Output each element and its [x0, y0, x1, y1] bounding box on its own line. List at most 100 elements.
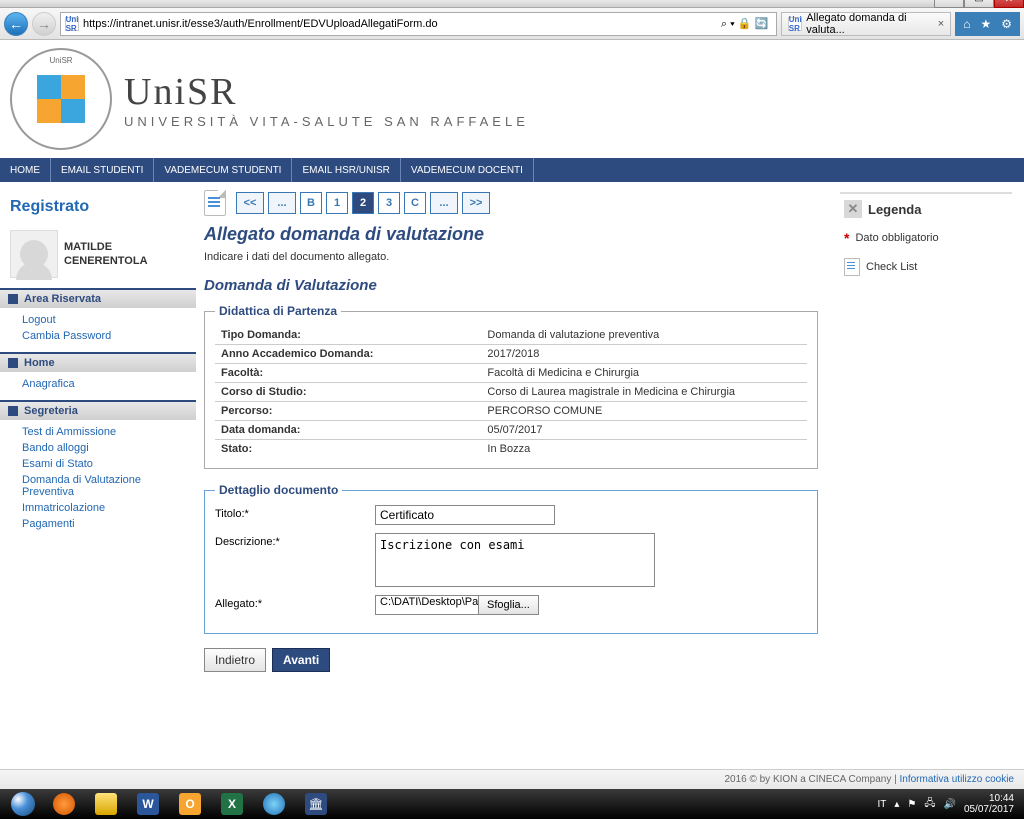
step-dots-before[interactable]: ... [268, 192, 296, 214]
favorites-icon[interactable]: ★ [980, 17, 991, 31]
taskbar-ie-icon[interactable] [254, 790, 294, 818]
footer: 2016 © by KION a CINECA Company | Inform… [0, 769, 1024, 789]
didattica-fieldset: Didattica di Partenza Tipo Domanda:Doman… [204, 304, 818, 469]
checklist-doc-icon [844, 258, 860, 276]
table-row: Facoltà:Facoltà di Medicina e Chirurgia [215, 364, 807, 383]
legend-checklist: Check List [866, 261, 917, 273]
back-button[interactable]: ← [4, 12, 28, 36]
start-button[interactable] [4, 789, 42, 819]
logo: UniSR [10, 48, 112, 150]
url-input[interactable] [83, 18, 713, 30]
site-favicon: UniSR [65, 17, 79, 31]
tray-lang[interactable]: IT [877, 799, 886, 810]
dettaglio-fieldset: Dettaglio documento Titolo:* Descrizione… [204, 483, 818, 634]
footer-cookie-link[interactable]: Informativa utilizzo cookie [900, 774, 1015, 785]
indietro-button[interactable]: Indietro [204, 648, 266, 672]
descrizione-textarea[interactable] [375, 533, 655, 587]
address-bar[interactable]: UniSR ⌕ ▾ 🔒 🔄 [60, 12, 777, 36]
sidebar: Registrato MATILDE CENERENTOLA Area Rise… [0, 182, 196, 692]
nav-vademecum-docenti[interactable]: VADEMECUM DOCENTI [401, 158, 534, 182]
step-B[interactable]: B [300, 192, 322, 214]
forward-button[interactable]: → [32, 12, 56, 36]
taskbar-app-icon[interactable]: 🏛 [296, 790, 336, 818]
allegato-path: C:\DATI\Desktop\Paola T [375, 595, 479, 615]
tray-flag-icon[interactable]: ⚑ [907, 799, 916, 810]
table-row: Corso di Studio:Corso di Laurea magistra… [215, 383, 807, 402]
step-2[interactable]: 2 [352, 192, 374, 214]
sidebar-link-domanda-valutazione[interactable]: Domanda di Valutazione Preventiva [22, 472, 188, 500]
section-title: Domanda di Valutazione [204, 277, 818, 294]
didattica-legend: Didattica di Partenza [215, 304, 341, 318]
step-first[interactable]: << [236, 192, 264, 214]
address-actions[interactable]: ⌕ ▾ 🔒 🔄 [717, 17, 772, 31]
sidebar-section-segreteria: Segreteria [0, 400, 196, 420]
sidebar-link-pagamenti[interactable]: Pagamenti [22, 516, 188, 532]
table-row: Tipo Domanda:Domanda di valutazione prev… [215, 326, 807, 345]
user-firstname: MATILDE [64, 240, 148, 254]
logo-ring-text: UniSR [49, 56, 72, 65]
step-C[interactable]: C [404, 192, 426, 214]
tools-icon[interactable]: ⚙ [1001, 17, 1012, 31]
sidebar-link-bando-alloggi[interactable]: Bando alloggi [22, 440, 188, 456]
sidebar-link-logout[interactable]: Logout [22, 312, 188, 328]
close-button[interactable]: ✕ [994, 0, 1024, 8]
titolo-input[interactable] [375, 505, 555, 525]
footer-copyright: 2016 © by KION a CINECA Company [724, 774, 891, 785]
system-tray[interactable]: IT ▴ ⚑ 🖧 🔊 10:44 05/07/2017 [877, 793, 1020, 815]
site-header: UniSR UniSR UNIVERSITÀ VITA-SALUTE SAN R… [0, 40, 1024, 158]
taskbar-excel-icon[interactable]: X [212, 790, 252, 818]
nav-vademecum-studenti[interactable]: VADEMECUM STUDENTI [154, 158, 292, 182]
browser-tab[interactable]: UniSR Allegato domanda di valuta... × [781, 12, 951, 36]
step-dots-after[interactable]: ... [430, 192, 458, 214]
main-content: << ... B 1 2 3 C ... >> Allegato domanda… [196, 182, 836, 692]
tray-date[interactable]: 05/07/2017 [964, 804, 1014, 815]
table-row: Percorso:PERCORSO COMUNE [215, 402, 807, 421]
step-last[interactable]: >> [462, 192, 490, 214]
legend-title: Legenda [868, 202, 921, 217]
step-1[interactable]: 1 [326, 192, 348, 214]
taskbar-word-icon[interactable]: W [128, 790, 168, 818]
taskbar-outlook-icon[interactable]: O [170, 790, 210, 818]
tab-close-icon[interactable]: × [938, 18, 944, 30]
tray-network-icon[interactable]: 🖧 [924, 796, 935, 813]
legend-close-icon[interactable]: ✕ [844, 200, 862, 218]
top-nav: HOME EMAIL STUDENTI VADEMECUM STUDENTI E… [0, 158, 1024, 182]
browser-toolbar: ← → UniSR ⌕ ▾ 🔒 🔄 UniSR Allegato domanda… [0, 8, 1024, 40]
tray-volume-icon[interactable]: 🔊 [943, 799, 955, 810]
descrizione-label: Descrizione:* [215, 533, 365, 548]
brand-title: UniSR [124, 70, 529, 114]
table-row: Data domanda:05/07/2017 [215, 421, 807, 440]
mandatory-star-icon: * [844, 230, 849, 246]
sidebar-link-test-ammissione[interactable]: Test di Ammissione [22, 424, 188, 440]
sidebar-link-esami-stato[interactable]: Esami di Stato [22, 456, 188, 472]
table-row: Anno Accademico Domanda:2017/2018 [215, 345, 807, 364]
user-box: MATILDE CENERENTOLA [0, 226, 196, 288]
table-row: Stato:In Bozza [215, 440, 807, 459]
taskbar-firefox-icon[interactable] [44, 790, 84, 818]
legend-mandatory: Dato obbligatorio [855, 232, 938, 244]
nav-home[interactable]: HOME [0, 158, 51, 182]
sidebar-registered-label: Registrato [0, 192, 196, 226]
sidebar-section-home: Home [0, 352, 196, 372]
taskbar: W O X 🏛 IT ▴ ⚑ 🖧 🔊 10:44 05/07/2017 [0, 789, 1024, 819]
maximize-button[interactable]: ▭ [964, 0, 994, 8]
minimize-button[interactable]: — [934, 0, 964, 8]
home-icon[interactable]: ⌂ [963, 17, 970, 31]
avatar [10, 230, 58, 278]
tray-up-icon[interactable]: ▴ [894, 799, 899, 810]
taskbar-explorer-icon[interactable] [86, 790, 126, 818]
stepper-doc-icon [204, 190, 226, 216]
tray-time[interactable]: 10:44 [964, 793, 1014, 804]
page-instruction: Indicare i dati del documento allegato. [204, 251, 818, 263]
nav-email-studenti[interactable]: EMAIL STUDENTI [51, 158, 154, 182]
stepper: << ... B 1 2 3 C ... >> [204, 190, 818, 216]
sidebar-link-anagrafica[interactable]: Anagrafica [22, 376, 188, 392]
sfoglia-button[interactable]: Sfoglia... [479, 595, 539, 615]
avanti-button[interactable]: Avanti [272, 648, 330, 672]
nav-email-hsr[interactable]: EMAIL HSR/UNISR [292, 158, 400, 182]
allegato-label: Allegato:* [215, 595, 365, 610]
sidebar-link-cambia-password[interactable]: Cambia Password [22, 328, 188, 344]
page-title: Allegato domanda di valutazione [204, 224, 818, 245]
step-3[interactable]: 3 [378, 192, 400, 214]
sidebar-link-immatricolazione[interactable]: Immatricolazione [22, 500, 188, 516]
